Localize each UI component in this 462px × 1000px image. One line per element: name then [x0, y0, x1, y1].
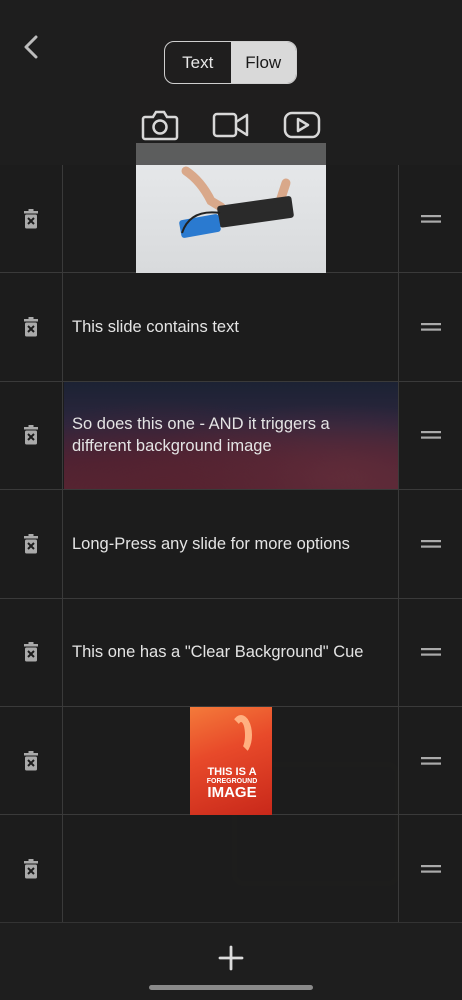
reorder-handle[interactable]: [398, 706, 462, 815]
trash-icon: [24, 317, 38, 337]
slide-content: [64, 143, 398, 273]
trash-icon: [24, 208, 38, 229]
image-caption-line1: THIS IS A: [207, 765, 257, 778]
image-caption-line3: IMAGE: [207, 783, 257, 801]
top-bar: Text Flow: [0, 0, 462, 165]
slide-content: This slide contains text: [64, 273, 398, 380]
video-button[interactable]: [211, 106, 251, 144]
reorder-handle[interactable]: [398, 490, 462, 598]
youtube-button[interactable]: [282, 106, 322, 144]
plus-icon: [218, 945, 244, 971]
slide-row[interactable]: So does this one - AND it triggers a dif…: [0, 381, 462, 491]
slide-text: So does this one - AND it triggers a dif…: [72, 415, 330, 456]
delete-button[interactable]: [0, 273, 63, 381]
back-button[interactable]: [16, 30, 46, 64]
delete-button[interactable]: [0, 815, 63, 923]
drag-handle-icon: [420, 648, 441, 656]
drag-handle-icon: [420, 431, 441, 440]
slide-text: This one has a "Clear Background" Cue: [72, 643, 364, 662]
delete-button[interactable]: [0, 381, 63, 490]
slide-text: This slide contains text: [72, 318, 239, 337]
flamingo-neck: [230, 714, 252, 755]
video-thumbnail: [136, 143, 326, 273]
add-slide-button[interactable]: [214, 941, 248, 975]
trash-icon: [24, 533, 38, 554]
trash-icon: [24, 859, 38, 879]
segment-flow[interactable]: Flow: [230, 42, 296, 83]
reorder-handle[interactable]: [398, 598, 462, 706]
delete-button[interactable]: [0, 598, 63, 706]
delete-button[interactable]: [0, 706, 63, 815]
mode-segmented-control: Text Flow: [164, 41, 297, 84]
reorder-handle[interactable]: [398, 273, 462, 381]
image-caption: THIS IS A FOREGROUND IMAGE: [196, 765, 268, 801]
drag-handle-icon: [420, 323, 441, 331]
trash-icon: [24, 425, 38, 445]
chevron-left-icon: [24, 35, 38, 59]
drag-handle-icon: [420, 756, 441, 765]
camera-icon: [141, 110, 179, 141]
media-toolbar: [140, 106, 322, 144]
youtube-play-icon: [283, 111, 321, 139]
drag-handle-icon: [420, 214, 441, 223]
reorder-handle[interactable]: [398, 165, 462, 273]
slide-row[interactable]: [0, 815, 462, 924]
segment-text[interactable]: Text: [165, 42, 231, 83]
slide-row[interactable]: [0, 143, 462, 274]
trash-icon: [24, 750, 38, 771]
reorder-handle[interactable]: [398, 381, 462, 490]
drag-handle-icon: [420, 865, 441, 873]
slide-row[interactable]: This slide contains text: [0, 273, 462, 382]
bottom-bar: [0, 922, 462, 1000]
slide-row[interactable]: This one has a "Clear Background" Cue: [0, 598, 462, 707]
slide-content: This one has a "Clear Background" Cue: [64, 599, 398, 706]
slide-content: THIS IS A FOREGROUND IMAGE: [64, 706, 398, 815]
slide-content: [64, 815, 398, 922]
slide-content: Long-Press any slide for more options: [64, 490, 398, 597]
slide-row[interactable]: THIS IS A FOREGROUND IMAGE: [0, 706, 462, 816]
slide-row[interactable]: Long-Press any slide for more options: [0, 490, 462, 599]
trash-icon: [24, 642, 38, 662]
video-frame: [179, 166, 294, 238]
delete-button[interactable]: [0, 490, 63, 598]
slide-text: Long-Press any slide for more options: [72, 534, 350, 553]
delete-button[interactable]: [0, 165, 63, 273]
home-indicator[interactable]: [149, 985, 313, 990]
video-camera-icon: [212, 112, 249, 138]
camera-button[interactable]: [140, 106, 180, 144]
slide-content: So does this one - AND it triggers a dif…: [64, 381, 398, 490]
foreground-image: THIS IS A FOREGROUND IMAGE: [190, 706, 272, 815]
reorder-handle[interactable]: [398, 815, 462, 923]
drag-handle-icon: [420, 539, 441, 548]
slide-list: This slide contains text So does this on…: [0, 143, 462, 924]
